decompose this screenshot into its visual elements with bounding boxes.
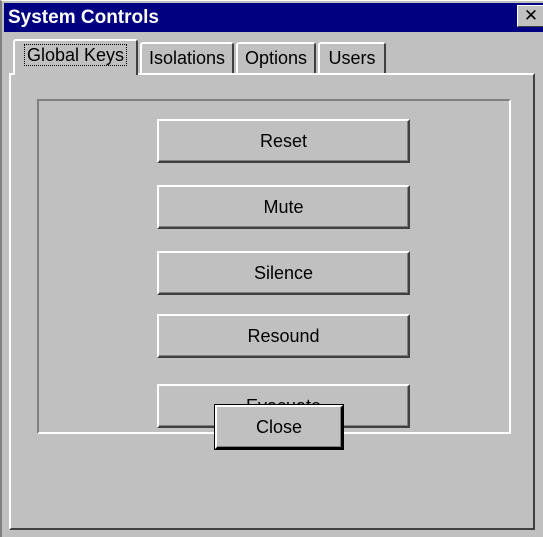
tab-options[interactable]: Options: [236, 42, 316, 74]
tab-label: Isolations: [148, 48, 226, 68]
tab-label: Global Keys: [23, 44, 128, 66]
window-title: System Controls: [8, 7, 159, 28]
silence-button[interactable]: Silence: [157, 251, 410, 295]
close-icon[interactable]: ✕: [517, 5, 543, 27]
global-keys-group: Reset Mute Silence Resound Evacuate: [37, 99, 511, 434]
mute-button[interactable]: Mute: [157, 185, 410, 229]
tab-panel-global-keys: Reset Mute Silence Resound Evacuate: [9, 73, 535, 530]
close-button[interactable]: Close: [214, 404, 344, 450]
tab-label: Users: [328, 48, 376, 68]
tab-users[interactable]: Users: [318, 42, 386, 74]
reset-button[interactable]: Reset: [157, 119, 410, 163]
resound-button[interactable]: Resound: [157, 314, 410, 358]
tab-isolations[interactable]: Isolations: [140, 42, 234, 74]
tab-global-keys[interactable]: Global Keys: [13, 39, 138, 75]
tab-label: Options: [244, 48, 308, 68]
system-controls-window: System Controls ✕ Global Keys Isolations…: [0, 0, 543, 537]
title-bar: System Controls: [4, 3, 543, 32]
